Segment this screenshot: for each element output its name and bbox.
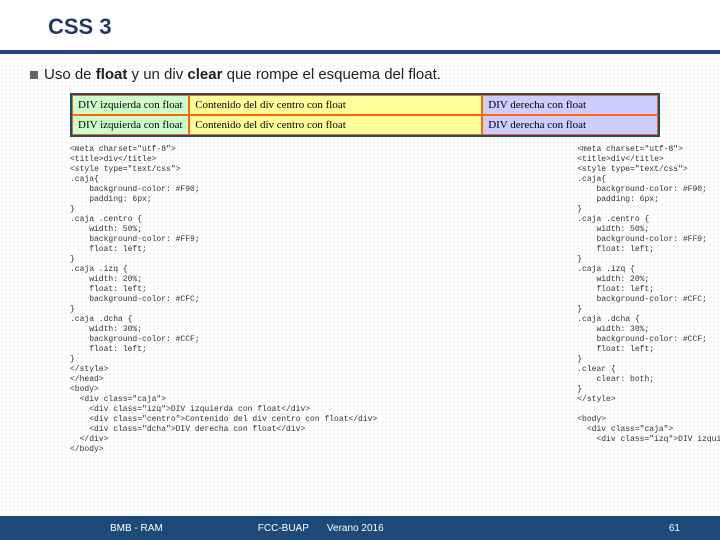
demo-centro-2: Contenido del div centro con float: [189, 115, 482, 135]
float-demo-box: DIV izquierda con float Contenido del di…: [70, 93, 660, 137]
footer-term: Verano 2016: [327, 523, 384, 534]
demo-izq-2: DIV izquierda con float: [72, 115, 189, 135]
demo-izq-1: DIV izquierda con float: [72, 95, 189, 115]
demo-centro-1: Contenido del div centro con float: [189, 95, 482, 115]
slide-content: Uso de float y un div clear que rompe el…: [0, 54, 720, 455]
page-title: CSS 3: [48, 14, 720, 40]
bullet-bold-2: clear: [187, 66, 222, 83]
code-columns: <meta charset="utf-8"> <title>div</title…: [70, 145, 690, 455]
footer-page-number: 61: [669, 523, 680, 534]
code-left: <meta charset="utf-8"> <title>div</title…: [70, 145, 377, 455]
bullet-mid: y un div: [127, 66, 187, 83]
slide-footer: BMB - RAM FCC-BUAP Verano 2016 61: [0, 516, 720, 540]
bullet-bold-1: float: [96, 66, 128, 83]
footer-author: BMB - RAM: [110, 523, 163, 534]
demo-row-1: DIV izquierda con float Contenido del di…: [72, 95, 658, 115]
demo-dcha-1: DIV derecha con float: [482, 95, 658, 115]
footer-org: FCC-BUAP: [258, 523, 309, 534]
bullet-text: Uso de float y un div clear que rompe el…: [30, 66, 690, 83]
bullet-icon: [30, 71, 38, 79]
bullet-pre: Uso de: [44, 66, 96, 83]
code-right: <meta charset="utf-8"> <title>div</title…: [577, 145, 720, 455]
demo-dcha-2: DIV derecha con float: [482, 115, 658, 135]
demo-row-2: DIV izquierda con float Contenido del di…: [72, 115, 658, 135]
bullet-post: que rompe el esquema del float.: [222, 66, 440, 83]
slide-header: CSS 3: [0, 0, 720, 54]
